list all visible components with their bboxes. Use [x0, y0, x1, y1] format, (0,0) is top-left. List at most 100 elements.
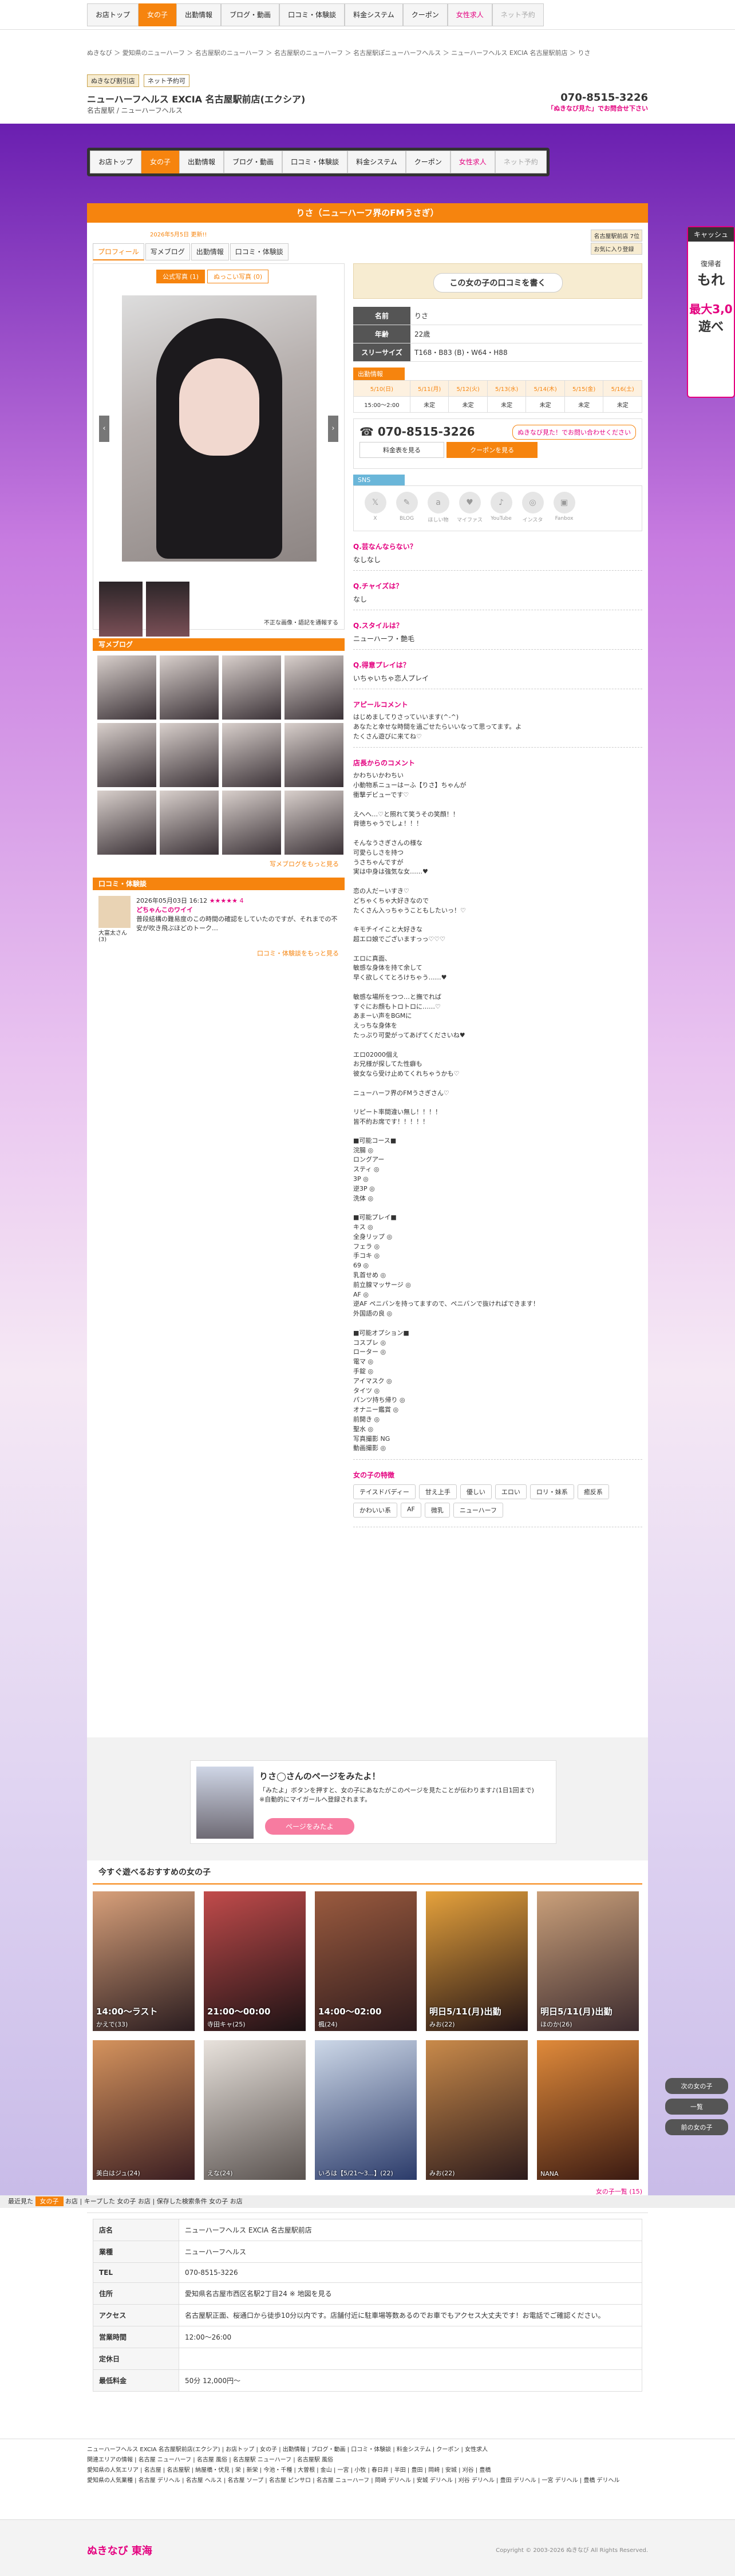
blog-image[interactable] — [97, 791, 156, 855]
footer-area-links[interactable]: 関連エリアの情報 | 名古屋 ニューハーフ | 名古屋 風俗 | 名古屋駅 ニュ… — [87, 2455, 648, 2466]
rec-card[interactable]: 明日5/11(月)出勤 みお(22) — [426, 1891, 528, 2031]
footer-popular-genres[interactable]: 愛知県の人気業種 | 名古屋 デリヘル | 名古屋 ヘルス | 名古屋 ソープ … — [87, 2476, 648, 2486]
girl-list-button[interactable]: 一覧 — [665, 2099, 728, 2115]
phone-number[interactable]: 070-8515-3226 — [547, 92, 648, 104]
trait-tag[interactable]: 優しい — [460, 1484, 492, 1500]
trait-tag[interactable]: AF — [401, 1503, 421, 1518]
rec-card[interactable]: えな(24) — [204, 2040, 306, 2180]
sns-youtube[interactable]: ♪ YouTube — [485, 492, 517, 525]
blog-image[interactable] — [97, 655, 156, 720]
nav2-reviews[interactable]: 口コミ・体験談 — [282, 151, 348, 173]
blog-image[interactable] — [284, 723, 343, 787]
nav2-recruit[interactable]: 女性求人 — [450, 151, 495, 173]
blog-more-link[interactable]: 写メブログをもっと見る — [93, 859, 345, 868]
rec-card[interactable]: 21:00〜00:00 寺田キャ(25) — [204, 1891, 306, 2031]
trait-tag[interactable]: エロい — [495, 1484, 527, 1500]
thumbnail[interactable] — [99, 582, 143, 637]
nav2-coupon[interactable]: クーポン — [405, 151, 451, 173]
tab-reviews[interactable]: 口コミ・体験談 — [230, 243, 289, 260]
nav-schedule[interactable]: 出勤情報 — [176, 3, 222, 26]
nav2-price[interactable]: 料金システム — [347, 151, 406, 173]
sns-myfans[interactable]: ♥ マイファス — [454, 492, 485, 525]
next-photo-arrow-icon[interactable]: › — [328, 416, 338, 442]
info-value[interactable]: 070-8515-3226 — [179, 2262, 642, 2283]
review-more-link[interactable]: 口コミ・体験談をもっと見る — [93, 949, 345, 958]
blog-image[interactable] — [222, 723, 281, 787]
nav-recruit[interactable]: 女性求人 — [447, 3, 492, 26]
nav-shop-top[interactable]: お店トップ — [87, 3, 139, 26]
official-photo-tab[interactable]: 公式写真 (1) — [156, 270, 206, 283]
sns-x[interactable]: 𝕏X — [359, 492, 391, 525]
sns-fanbox[interactable]: ▣ Fanbox — [548, 492, 580, 525]
prev-girl-button[interactable]: 前の女の子 — [665, 2119, 728, 2135]
nav-coupon[interactable]: クーポン — [402, 3, 448, 26]
keep-girls-tab[interactable]: 女の子 — [117, 2198, 136, 2205]
saved-girls-tab[interactable]: 女の子 — [209, 2198, 228, 2205]
sns-instagram[interactable]: ◎ インスタ — [517, 492, 548, 525]
side-ad-banner[interactable]: キャッシュ 復帰者 もれ 最大3,0 遊べ — [687, 226, 735, 398]
blog-image[interactable] — [160, 791, 219, 855]
write-review-button[interactable]: この女の子の口コミを書く — [433, 273, 563, 293]
contact-phone-number[interactable]: 070-8515-3226 — [378, 425, 475, 438]
tab-schedule[interactable]: 出勤情報 — [191, 243, 229, 260]
recent-shops-tab[interactable]: お店 — [65, 2198, 78, 2205]
blog-image[interactable] — [160, 655, 219, 720]
info-value[interactable]: 愛知県名古屋市西区名駅2丁目24 ※ 地図を見る — [179, 2282, 642, 2305]
blog-image[interactable] — [222, 655, 281, 720]
nav2-blog[interactable]: ブログ・動画 — [224, 151, 283, 173]
footer-popular-areas[interactable]: 愛知県の人気エリア | 名古屋 | 名古屋駅 | 納屋橋・伏見 | 栄 | 新栄… — [87, 2466, 648, 2476]
trait-tag[interactable]: ニューハーフ — [453, 1503, 503, 1518]
favorite-button[interactable]: お気に入り登録 — [591, 243, 642, 255]
rec-card[interactable]: いろは【5/21〜3...】(22) — [315, 2040, 417, 2180]
rec-card[interactable]: 美白はジュ(24) — [93, 2040, 195, 2180]
review-headline[interactable]: どちゃんこのワイイ — [136, 905, 339, 914]
nav-price[interactable]: 料金システム — [345, 3, 403, 26]
nav2-girls[interactable]: 女の子 — [141, 151, 180, 173]
blog-image[interactable] — [284, 791, 343, 855]
blog-image[interactable] — [284, 655, 343, 720]
prev-photo-arrow-icon[interactable]: ‹ — [99, 416, 109, 442]
blog-image[interactable] — [97, 723, 156, 787]
report-photo-link[interactable]: 不正な画像・語記を通報する — [264, 618, 338, 626]
girl-list-link[interactable]: 女の子一覧 (15) — [87, 2187, 648, 2196]
tab-profile[interactable]: プロフィール — [93, 243, 144, 260]
nav2-net-reserve[interactable]: ネット予約 — [495, 151, 547, 173]
rec-card[interactable]: みお(22) — [426, 2040, 528, 2180]
trait-tag[interactable]: 微乳 — [424, 1503, 450, 1518]
blog-image[interactable] — [222, 791, 281, 855]
keep-shops-tab[interactable]: お店 — [138, 2198, 151, 2205]
trait-tag[interactable]: 癒反系 — [577, 1484, 609, 1500]
trait-tag[interactable]: かわいい系 — [353, 1503, 397, 1518]
trait-tag[interactable]: 甘え上手 — [418, 1484, 457, 1500]
footer-logo[interactable]: ぬきなび 東海 — [87, 2543, 152, 2558]
tab-blog[interactable]: 写メブログ — [145, 243, 190, 260]
coupon-button[interactable]: クーポンを見る — [446, 442, 538, 458]
saved-shops-tab[interactable]: お店 — [230, 2198, 243, 2205]
nav2-schedule[interactable]: 出勤情報 — [179, 151, 224, 173]
nav-reviews[interactable]: 口コミ・体験談 — [279, 3, 345, 26]
nav-net-reserve[interactable]: ネット予約 — [492, 3, 544, 26]
nav-blog[interactable]: ブログ・動画 — [221, 3, 280, 26]
thumbnail[interactable] — [146, 582, 189, 637]
trait-tag[interactable]: テイスドバディー — [353, 1484, 416, 1500]
trait-tag[interactable]: ロリ・妹系 — [529, 1484, 574, 1500]
breadcrumb[interactable]: ぬきなび ＞ 愛知県のニューハーフ ＞ 名古屋駅のニューハーフ ＞ 名古屋駅のニ… — [87, 48, 648, 57]
ranking-badge[interactable]: 名古屋駅前店 7位 — [591, 230, 642, 242]
rec-card[interactable]: 明日5/11(月)出勤 ほのか(26) — [537, 1891, 639, 2031]
mitayo-button[interactable]: ページをみたよ — [265, 1818, 354, 1835]
blog-image[interactable] — [160, 723, 219, 787]
review-item[interactable]: 大富太さん (3) 2026年05月03日 16:12 ★★★★★ 4 どちゃん… — [93, 890, 345, 949]
rec-card[interactable]: 14:00〜ラスト かえで(33) — [93, 1891, 195, 2031]
main-photo[interactable] — [122, 295, 317, 562]
sns-wishlist[interactable]: a ほしい物 — [422, 492, 454, 525]
price-button[interactable]: 料金表を見る — [359, 442, 444, 458]
footer-shop-links[interactable]: ニューハーフヘルス EXCIA 名古屋駅前店(エクシア) | お店トップ | 女… — [87, 2445, 648, 2455]
shop-tel[interactable]: 070-8515-3226 「ぬきなび見た」でお問合せ下さい — [547, 92, 648, 113]
nav2-shop-top[interactable]: お店トップ — [90, 151, 142, 173]
nav-girls[interactable]: 女の子 — [139, 3, 177, 26]
next-girl-button[interactable]: 次の女の子 — [665, 2078, 728, 2094]
sns-blog[interactable]: ✎ BLOG — [391, 492, 422, 525]
user-photo-tab[interactable]: ぬっこい写真 (0) — [207, 270, 269, 283]
recent-girls-tab[interactable]: 女の子 — [35, 2196, 64, 2206]
rec-card[interactable]: 14:00〜02:00 楓(24) — [315, 1891, 417, 2031]
